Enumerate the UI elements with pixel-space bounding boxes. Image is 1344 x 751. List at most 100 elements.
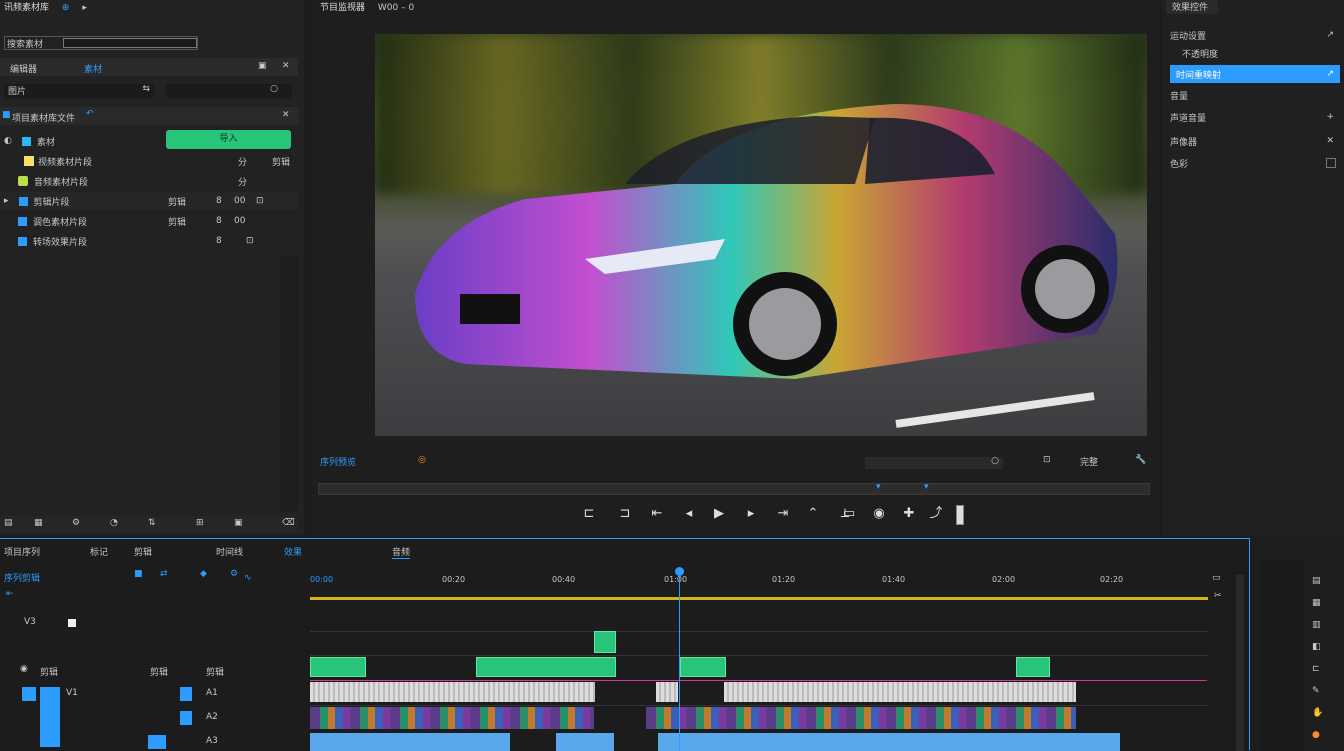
timecode-field[interactable]: ○: [865, 456, 1003, 469]
marker-icon[interactable]: ◆: [200, 569, 207, 579]
step-forward-icon[interactable]: ▸: [742, 505, 760, 523]
clip-green[interactable]: [680, 657, 726, 677]
scrub-bar[interactable]: ▾ ▾: [318, 482, 1150, 495]
sort-icon[interactable]: ⇅: [148, 518, 156, 528]
clip-audio-blue[interactable]: [310, 733, 510, 751]
fit-icon[interactable]: ⊡: [1043, 455, 1051, 465]
tab-sequence[interactable]: 项目序列: [4, 545, 40, 558]
overwrite-icon[interactable]: ⟂: [836, 505, 854, 523]
effect-item-selected[interactable]: 时间重映射 ↗: [1170, 65, 1340, 83]
zoom-label[interactable]: 完整: [1080, 455, 1098, 468]
media-item[interactable]: 视频素材片段 分 剪辑: [0, 152, 298, 170]
tab-audio[interactable]: 音频: [392, 545, 411, 559]
insert-icon[interactable]: ⌃: [804, 505, 822, 523]
timeline-scrollbar[interactable]: [1236, 575, 1244, 751]
camera-icon[interactable]: ◉: [870, 505, 888, 523]
go-to-out-icon[interactable]: ⇥: [774, 505, 792, 523]
right-panel-tab[interactable]: 效果控件: [1166, 0, 1218, 14]
new-item-icon[interactable]: ▣: [234, 518, 243, 528]
media-item[interactable]: 转场效果片段 8 ⊡: [0, 232, 298, 250]
in-point-marker[interactable]: ▾: [876, 482, 881, 492]
clip-audio-gray[interactable]: [310, 682, 595, 702]
snap-icon[interactable]: ■: [134, 569, 143, 579]
mark-in-icon[interactable]: ⊏: [580, 505, 598, 523]
export-frame-icon[interactable]: ▭: [840, 505, 858, 523]
mark-out-icon[interactable]: ⊐: [616, 505, 634, 523]
delete-icon[interactable]: ⌫: [282, 518, 295, 528]
track-a3-toggle[interactable]: [148, 735, 166, 749]
clip-video[interactable]: [646, 707, 1076, 729]
close-icon[interactable]: ✕: [282, 110, 290, 120]
effect-item[interactable]: 运动设置 ↗: [1162, 26, 1344, 44]
scissors-icon[interactable]: ✂: [1214, 591, 1222, 601]
zoom-icon[interactable]: ◔: [110, 518, 118, 528]
clip-audio-blue[interactable]: [556, 733, 614, 751]
media-item[interactable]: ▸ 剪辑片段 剪辑 8 00 ⊡: [0, 192, 298, 210]
work-area-bar[interactable]: [310, 597, 1208, 600]
clip-green[interactable]: [310, 657, 366, 677]
link-icon[interactable]: ⇄: [160, 569, 168, 579]
track-v1-toggle[interactable]: [22, 687, 36, 701]
list-view-icon[interactable]: ▤: [4, 518, 13, 528]
play-icon[interactable]: ▶: [710, 505, 728, 523]
effect-item[interactable]: 音量: [1162, 86, 1344, 104]
out-point-marker[interactable]: ▾: [924, 482, 929, 492]
step-back-icon[interactable]: ◂: [680, 505, 698, 523]
eye-icon[interactable]: ◉: [20, 664, 28, 674]
checkbox-icon[interactable]: [1326, 158, 1336, 168]
effect-item[interactable]: 色彩: [1162, 154, 1344, 172]
ripple-edit-icon[interactable]: ▥: [1312, 620, 1321, 630]
close-panel-icon[interactable]: ✕: [282, 61, 290, 71]
new-bin-icon[interactable]: ⊞: [196, 518, 204, 528]
record-icon[interactable]: ◎: [418, 455, 426, 465]
media-item[interactable]: 调色素材片段 剪辑 8 00: [0, 212, 298, 230]
tab-edit[interactable]: 剪辑: [134, 545, 152, 558]
clip-video[interactable]: [310, 707, 594, 729]
volume-slider[interactable]: [956, 505, 964, 525]
lift-icon[interactable]: ⤴: [927, 505, 945, 523]
effect-item[interactable]: 声像器 ✕: [1162, 132, 1344, 150]
track-a2-toggle[interactable]: [180, 711, 192, 725]
playhead-handle[interactable]: [675, 567, 684, 576]
undo-icon[interactable]: ↶: [86, 109, 94, 119]
track-v1-lock[interactable]: [40, 687, 60, 747]
settings-icon[interactable]: ⚙: [72, 518, 80, 528]
tab-markers[interactable]: 标记: [90, 545, 108, 558]
filter-field-right[interactable]: ○: [166, 84, 292, 98]
type-tool-icon[interactable]: ●: [1312, 730, 1320, 740]
clip-audio-blue[interactable]: [658, 733, 1120, 751]
razor-tool-icon[interactable]: ◧: [1312, 642, 1321, 652]
go-to-in-icon[interactable]: ⇤: [648, 505, 666, 523]
playhead[interactable]: [679, 569, 680, 751]
settings-icon[interactable]: ⚙: [230, 569, 238, 579]
track-select-icon[interactable]: ▦: [1312, 598, 1321, 608]
slip-tool-icon[interactable]: ⊏: [1312, 664, 1320, 674]
track-a1-toggle[interactable]: [180, 687, 192, 701]
hand-tool-icon[interactable]: ✋: [1312, 708, 1323, 718]
selection-tool-icon[interactable]: ▤: [1312, 576, 1321, 586]
tab-timeline[interactable]: 时间线: [216, 545, 243, 558]
clip-green[interactable]: [1016, 657, 1050, 677]
filter-field-left[interactable]: 图片 ⇆: [4, 84, 154, 98]
clip-audio-gray[interactable]: [656, 682, 678, 702]
pen-tool-icon[interactable]: ✎: [1312, 686, 1320, 696]
grid-view-icon[interactable]: ▦: [34, 518, 43, 528]
clip-green[interactable]: [476, 657, 616, 677]
settings-wrench-icon[interactable]: 🔧: [1135, 455, 1146, 465]
new-item-icon[interactable]: ▣: [258, 61, 267, 71]
media-item[interactable]: 音频素材片段 分: [0, 172, 298, 190]
left-scrollbar[interactable]: [280, 256, 298, 511]
clip-audio-gray[interactable]: [724, 682, 1076, 702]
clip-green[interactable]: [594, 631, 616, 653]
wave-icon[interactable]: ∿: [244, 573, 252, 583]
timeline-menu-icon[interactable]: ▭: [1212, 573, 1221, 583]
timeline-ruler[interactable]: 00:00 00:20 00:40 01:00 01:20 01:40 02:0…: [310, 575, 1210, 589]
add-marker-icon[interactable]: ✚: [900, 505, 918, 523]
effect-item[interactable]: 声道音量 +: [1162, 108, 1344, 126]
tab-effects[interactable]: 效果: [284, 545, 302, 558]
media-item[interactable]: ◐ 素材: [0, 132, 298, 150]
toolbar-tab[interactable]: 素材: [84, 62, 102, 75]
track-target-icon[interactable]: ⇤: [6, 589, 14, 599]
track-toggle[interactable]: [68, 619, 76, 627]
effect-item[interactable]: 不透明度: [1162, 44, 1344, 62]
